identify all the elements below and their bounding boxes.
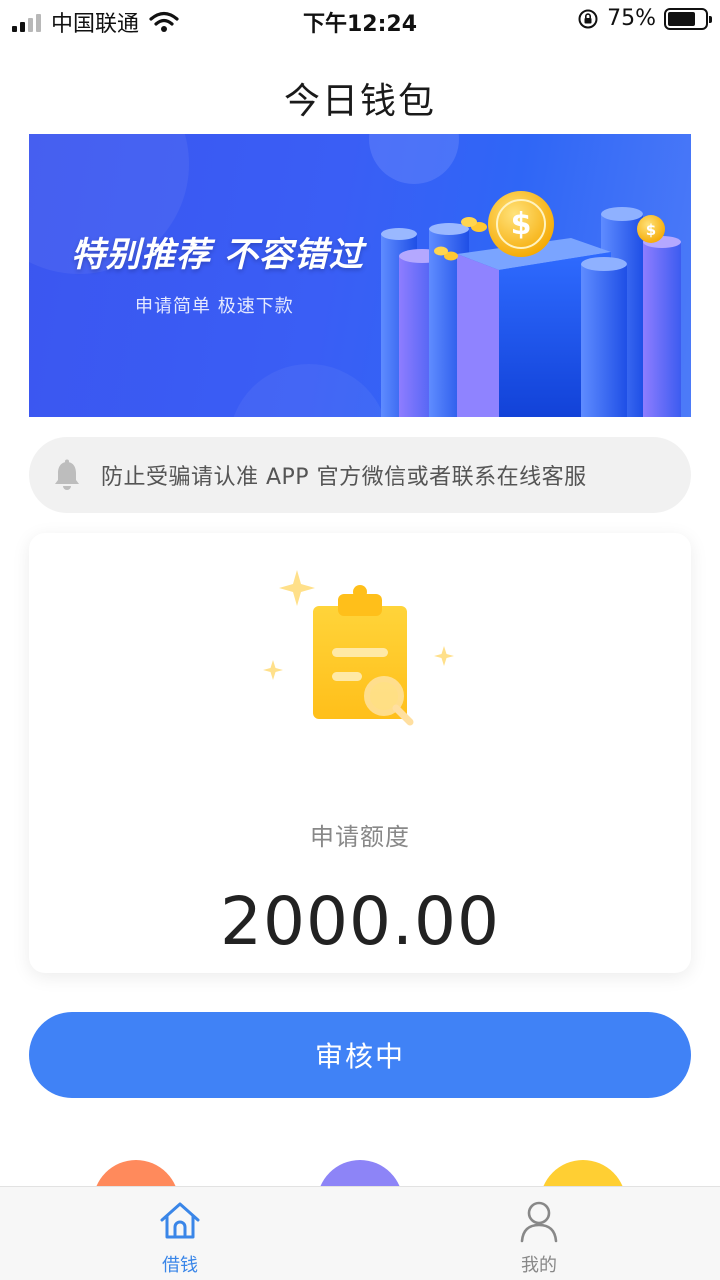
battery-fill <box>668 11 695 26</box>
battery-icon <box>664 7 712 30</box>
bell-icon <box>55 459 79 490</box>
page-title: 今日钱包 <box>283 81 436 122</box>
tab-mine-label: 我的 <box>521 1255 557 1276</box>
tab-borrow[interactable]: 借钱 <box>120 1199 240 1277</box>
svg-text:$: $ <box>646 221 656 239</box>
notice-bar[interactable]: 防止受骗请认准 APP 官方微信或者联系在线客服 <box>29 437 691 513</box>
status-bar: 中国联通 下午12:24 75% <box>0 0 720 40</box>
banner-decoration <box>229 364 389 417</box>
banner-illustration: $ $ <box>381 191 681 417</box>
svg-text:$: $ <box>511 207 532 242</box>
clipboard-search-icon <box>263 570 454 726</box>
tab-bar: 借钱 我的 <box>0 1186 720 1280</box>
rotation-lock-icon <box>578 9 598 28</box>
tab-borrow-label: 借钱 <box>162 1255 198 1276</box>
quota-amount: 2000.00 <box>220 883 500 960</box>
status-right: 75% <box>577 6 712 31</box>
banner-headline: 特别推荐 不容错过 <box>71 235 364 275</box>
review-status-button[interactable]: 审核中 <box>29 1012 691 1098</box>
tab-mine[interactable]: 我的 <box>479 1199 599 1277</box>
user-icon <box>520 1201 558 1243</box>
promo-banner[interactable]: 特别推荐 不容错过 申请简单 极速下款 $ $ <box>29 134 691 417</box>
quota-card: 申请额度 2000.00 <box>29 533 691 973</box>
home-icon <box>160 1202 200 1239</box>
battery-percent: 75% <box>607 6 656 31</box>
banner-subtitle: 申请简单 极速下款 <box>135 296 294 317</box>
notice-text: 防止受骗请认准 APP 官方微信或者联系在线客服 <box>101 465 587 490</box>
quota-label: 申请额度 <box>310 823 410 851</box>
